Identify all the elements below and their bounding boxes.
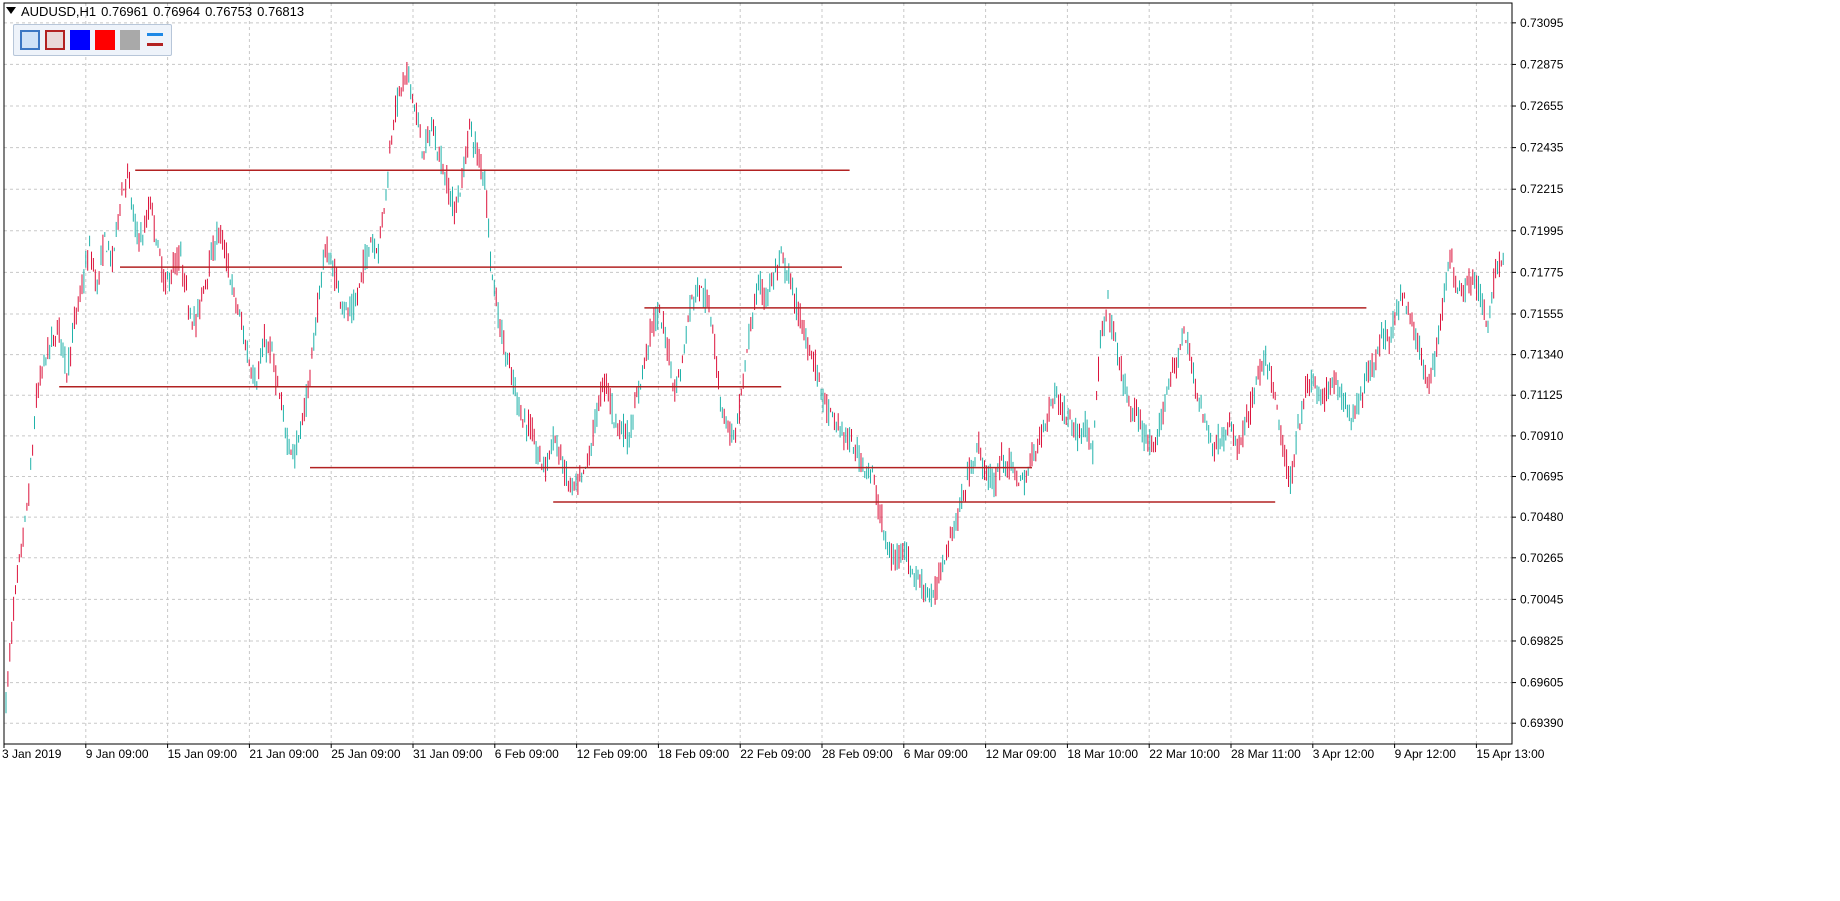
price-tick-label: 0.69605 — [1520, 676, 1564, 690]
time-tick-label: 22 Mar 10:00 — [1149, 747, 1220, 761]
high-value: 0.76964 — [153, 4, 201, 19]
time-axis[interactable]: 3 Jan 2019 9 Jan 09:00 15 Jan 09:00 21 Jan … — [2, 744, 1545, 761]
open-value: 0.76961 — [101, 4, 149, 19]
time-tick-label: 15 Apr 13:00 — [1476, 747, 1544, 761]
box-blue-outline-button[interactable] — [20, 30, 40, 50]
price-tick-label: 0.73095 — [1520, 16, 1564, 30]
red-color-button[interactable] — [95, 30, 115, 50]
price-tick-label: 0.69825 — [1520, 634, 1564, 648]
price-tick-label: 0.71775 — [1520, 265, 1564, 279]
box-red-outline-button[interactable] — [45, 30, 65, 50]
drawing-toolbar — [13, 24, 172, 56]
plot-border — [3, 2, 1513, 745]
low-value: 0.76753 — [205, 4, 253, 19]
time-tick-label: 28 Feb 09:00 — [822, 747, 893, 761]
price-tick-label: 0.70480 — [1520, 510, 1564, 524]
price-tick-label: 0.72875 — [1520, 57, 1564, 71]
price-tick-label: 0.70045 — [1520, 592, 1564, 606]
time-tick-label: 28 Mar 11:00 — [1231, 747, 1301, 761]
time-tick-label: 31 Jan 09:00 — [413, 747, 483, 761]
time-tick-label: 22 Feb 09:00 — [740, 747, 811, 761]
price-tick-label: 0.71995 — [1520, 224, 1564, 238]
gray-color-button[interactable] — [120, 30, 140, 50]
chart-area[interactable]: 0.73095 0.72875 0.72655 0.72435 0.72215 0.719… — [0, 0, 1840, 896]
chart-frame — [3, 2, 1513, 745]
price-tick-label: 0.71125 — [1520, 388, 1563, 402]
time-tick-label: 6 Feb 09:00 — [495, 747, 559, 761]
collapse-triangle-icon[interactable] — [6, 7, 16, 14]
price-axis[interactable]: 0.73095 0.72875 0.72655 0.72435 0.72215 0.719… — [1512, 16, 1564, 730]
time-tick-label: 21 Jan 09:00 — [249, 747, 319, 761]
price-tick-label: 0.72435 — [1520, 141, 1564, 155]
time-tick-label: 15 Jan 09:00 — [168, 747, 238, 761]
symbol-label: AUDUSD,H1 — [21, 4, 97, 19]
candles — [5, 61, 1504, 714]
time-tick-label: 12 Feb 09:00 — [577, 747, 648, 761]
price-tick-label: 0.71555 — [1520, 307, 1564, 321]
price-tick-label: 0.71340 — [1520, 348, 1564, 362]
time-tick-label: 12 Mar 09:00 — [986, 747, 1057, 761]
time-tick-label: 18 Mar 10:00 — [1067, 747, 1138, 761]
price-tick-label: 0.70265 — [1520, 551, 1564, 565]
close-value: 0.76813 — [257, 4, 305, 19]
time-tick-label: 6 Mar 09:00 — [904, 747, 968, 761]
grid — [4, 3, 1512, 744]
price-tick-label: 0.72655 — [1520, 99, 1564, 113]
time-tick-label: 25 Jan 09:00 — [331, 747, 401, 761]
time-tick-label: 3 Jan 2019 — [2, 747, 62, 761]
line-style-icon[interactable] — [145, 30, 165, 50]
blue-color-button[interactable] — [70, 30, 90, 50]
time-tick-label: 3 Apr 12:00 — [1313, 747, 1375, 761]
time-tick-label: 9 Apr 12:00 — [1395, 747, 1457, 761]
price-tick-label: 0.69390 — [1520, 716, 1564, 730]
price-tick-label: 0.70910 — [1520, 429, 1564, 443]
price-tick-label: 0.70695 — [1520, 470, 1564, 484]
price-chart[interactable]: 0.73095 0.72875 0.72655 0.72435 0.72215 0.719… — [0, 0, 1840, 896]
symbol-header: AUDUSD,H1 0.76961 0.76964 0.76753 0.76813 — [6, 4, 309, 19]
time-tick-label: 18 Feb 09:00 — [658, 747, 729, 761]
time-tick-label: 9 Jan 09:00 — [86, 747, 149, 761]
price-tick-label: 0.72215 — [1520, 182, 1564, 196]
horizontal-levels[interactable] — [59, 169, 1367, 503]
